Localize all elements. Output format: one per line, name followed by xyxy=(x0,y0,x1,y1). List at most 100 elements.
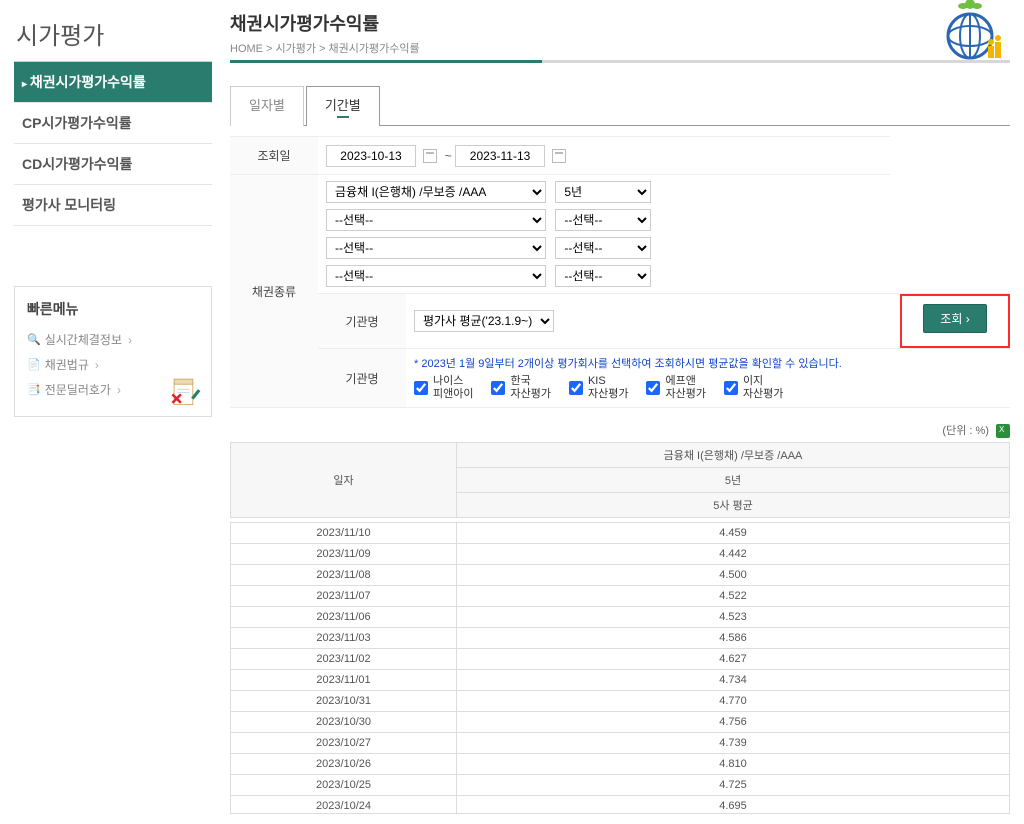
quick-item-label: 실시간체결정보 xyxy=(45,331,122,348)
header-divider xyxy=(230,60,1010,63)
cell-value: 4.442 xyxy=(457,544,1010,565)
company-checkbox-row: 나이스피앤아이 한국자산평가 KIS자산평가 에프앤자산평가 이지자산평가 xyxy=(414,375,1002,401)
bondtype-select-4[interactable]: --선택-- xyxy=(326,265,546,287)
cell-date: 2023/11/03 xyxy=(231,628,457,649)
sidebar-nav: 채권시가평가수익률CP시가평가수익률CD시가평가수익률평가사 모니터링 xyxy=(14,62,212,226)
quick-menu-box: 빠른메뉴 🔍실시간체결정보📄채권법규📑전문딜러호가 xyxy=(14,286,212,417)
quick-item-label: 전문딜러호가 xyxy=(45,381,111,398)
data-table-header: 일자 금융채 I(은행채) /무보증 /AAA 5년 5사 평균 xyxy=(230,442,1010,518)
company-checkbox[interactable]: KIS자산평가 xyxy=(569,375,628,401)
cell-value: 4.725 xyxy=(457,775,1010,796)
main-content: 채권시가평가수익률 HOME > 시가평가 > 채권시가평가수익률 일자별기간별… xyxy=(230,10,1010,814)
term-select-4[interactable]: --선택-- xyxy=(555,265,651,287)
sidebar-item[interactable]: 채권시가평가수익률 xyxy=(14,62,212,102)
cell-value: 4.500 xyxy=(457,565,1010,586)
term-select-3[interactable]: --선택-- xyxy=(555,237,651,259)
company-checkbox[interactable]: 나이스피앤아이 xyxy=(414,375,473,401)
checkbox-label: 나이스피앤아이 xyxy=(433,375,473,401)
table-row: 2023/10/314.770 xyxy=(231,691,1010,712)
table-row: 2023/11/084.500 xyxy=(231,565,1010,586)
cell-value: 4.810 xyxy=(457,754,1010,775)
term-select-2[interactable]: --선택-- xyxy=(555,209,651,231)
unit-label: (단위 : %) xyxy=(942,425,989,437)
checkbox-label: KIS자산평가 xyxy=(588,375,628,401)
cell-date: 2023/11/06 xyxy=(231,607,457,628)
cell-value: 4.586 xyxy=(457,628,1010,649)
cell-date: 2023/11/07 xyxy=(231,586,457,607)
cell-value: 4.627 xyxy=(457,649,1010,670)
checkbox-input[interactable] xyxy=(414,381,428,395)
cell-date: 2023/10/24 xyxy=(231,796,457,815)
cell-date: 2023/10/27 xyxy=(231,733,457,754)
sidebar: 시가평가 채권시가평가수익률CP시가평가수익률CD시가평가수익률평가사 모니터링… xyxy=(14,10,212,814)
checkbox-label: 한국자산평가 xyxy=(510,375,550,401)
bondtype-select-1[interactable]: 금융채 I(은행채) /무보증 /AAA xyxy=(326,181,546,203)
page-header: 채권시가평가수익률 HOME > 시가평가 > 채권시가평가수익률 xyxy=(230,10,1010,71)
breadcrumb: HOME > 시가평가 > 채권시가평가수익률 xyxy=(230,40,1010,56)
notice-text: * 2023년 1월 9일부터 2개이상 평가회사를 선택하여 조회하시면 평균… xyxy=(414,355,1002,371)
notepad-icon xyxy=(169,374,203,408)
table-row: 2023/11/014.734 xyxy=(231,670,1010,691)
search-highlight-box: 조회 xyxy=(900,294,1010,348)
tab[interactable]: 일자별 xyxy=(230,86,304,126)
table-row: 2023/10/304.756 xyxy=(231,712,1010,733)
cell-date: 2023/11/09 xyxy=(231,544,457,565)
globe-icon xyxy=(900,0,1010,68)
cell-date: 2023/10/26 xyxy=(231,754,457,775)
company-checkbox[interactable]: 한국자산평가 xyxy=(491,375,550,401)
data-table-scroll[interactable]: 2023/11/104.4592023/11/094.4422023/11/08… xyxy=(230,518,1010,814)
col-date: 일자 xyxy=(231,443,457,518)
bondtype-select-3[interactable]: --선택-- xyxy=(326,237,546,259)
calendar-icon[interactable] xyxy=(423,149,437,163)
search-button[interactable]: 조회 xyxy=(923,304,986,333)
quick-item-icon: 📑 xyxy=(27,383,41,396)
tab-bar: 일자별기간별 xyxy=(230,85,1010,126)
cell-value: 4.756 xyxy=(457,712,1010,733)
calendar-icon[interactable] xyxy=(552,149,566,163)
data-table-body: 2023/11/104.4592023/11/094.4422023/11/08… xyxy=(230,522,1010,814)
quick-menu-title: 빠른메뉴 xyxy=(27,299,199,319)
sidebar-item[interactable]: CP시가평가수익률 xyxy=(14,103,212,143)
date-to-input[interactable] xyxy=(455,145,545,167)
filter-label-bondtype: 채권종류 xyxy=(230,175,318,408)
excel-download-icon[interactable] xyxy=(996,424,1010,438)
cell-value: 4.770 xyxy=(457,691,1010,712)
filter-label-org: 기관명 xyxy=(318,294,406,349)
quick-item-label: 채권법규 xyxy=(45,356,89,373)
company-checkbox[interactable]: 에프앤자산평가 xyxy=(646,375,705,401)
company-checkbox[interactable]: 이지자산평가 xyxy=(724,375,783,401)
date-from-input[interactable] xyxy=(326,145,416,167)
checkbox-input[interactable] xyxy=(491,381,505,395)
cell-date: 2023/11/01 xyxy=(231,670,457,691)
cell-value: 4.459 xyxy=(457,523,1010,544)
cell-value: 4.739 xyxy=(457,733,1010,754)
cell-value: 4.695 xyxy=(457,796,1010,815)
checkbox-input[interactable] xyxy=(569,381,583,395)
bondtype-select-2[interactable]: --선택-- xyxy=(326,209,546,231)
col-bond: 금융채 I(은행채) /무보증 /AAA xyxy=(457,443,1010,468)
col-avg: 5사 평균 xyxy=(457,493,1010,518)
org-select[interactable]: 평가사 평균('23.1.9~) xyxy=(414,310,554,332)
table-row: 2023/11/034.586 xyxy=(231,628,1010,649)
table-row: 2023/10/264.810 xyxy=(231,754,1010,775)
sidebar-item[interactable]: CD시가평가수익률 xyxy=(14,144,212,184)
cell-value: 4.734 xyxy=(457,670,1010,691)
cell-date: 2023/10/25 xyxy=(231,775,457,796)
cell-date: 2023/10/31 xyxy=(231,691,457,712)
filter-label-org2: 기관명 xyxy=(318,349,406,408)
term-select-1[interactable]: 5년 xyxy=(555,181,651,203)
cell-date: 2023/11/08 xyxy=(231,565,457,586)
table-row: 2023/11/064.523 xyxy=(231,607,1010,628)
checkbox-input[interactable] xyxy=(646,381,660,395)
quick-menu-item[interactable]: 🔍실시간체결정보 xyxy=(27,327,199,352)
date-separator: ~ xyxy=(445,149,452,163)
checkbox-input[interactable] xyxy=(724,381,738,395)
tab[interactable]: 기간별 xyxy=(306,86,380,126)
cell-date: 2023/10/30 xyxy=(231,712,457,733)
cell-date: 2023/11/10 xyxy=(231,523,457,544)
sidebar-item[interactable]: 평가사 모니터링 xyxy=(14,185,212,225)
table-row: 2023/10/274.739 xyxy=(231,733,1010,754)
checkbox-label: 에프앤자산평가 xyxy=(665,375,705,401)
sidebar-title: 시가평가 xyxy=(14,10,212,62)
table-row: 2023/11/094.442 xyxy=(231,544,1010,565)
